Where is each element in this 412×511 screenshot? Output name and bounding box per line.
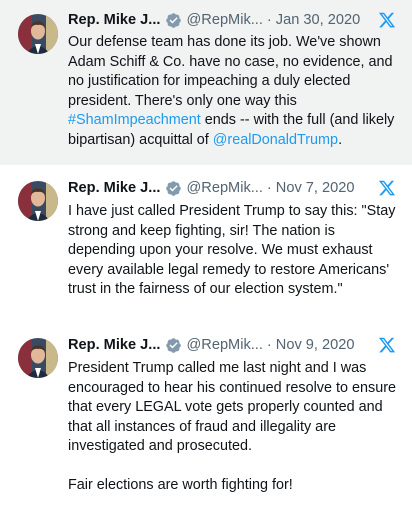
tweet-text-part: . bbox=[338, 131, 343, 148]
avatar[interactable] bbox=[18, 181, 58, 221]
verified-badge-icon bbox=[165, 12, 182, 29]
avatar[interactable] bbox=[18, 14, 58, 54]
tweet-header: Rep. Mike J... @RepMik... · Nov 7, 2020 bbox=[68, 177, 396, 199]
author-handle[interactable]: @RepMik... bbox=[186, 12, 262, 28]
author-handle[interactable]: @RepMik... bbox=[186, 180, 262, 196]
tweet-date[interactable]: Nov 7, 2020 bbox=[276, 180, 355, 196]
author-handle[interactable]: @RepMik... bbox=[186, 337, 262, 353]
tweet-1[interactable]: Rep. Mike J... @RepMik... · Jan 30, 2020… bbox=[0, 0, 412, 165]
mention-link[interactable]: @realDonaldTrump bbox=[213, 132, 338, 148]
author-name[interactable]: Rep. Mike J... bbox=[68, 180, 160, 196]
tweet-text: I have just called President Trump to sa… bbox=[68, 203, 396, 297]
separator-dot: · bbox=[266, 180, 272, 196]
verified-badge-icon bbox=[165, 337, 182, 354]
tweet-3[interactable]: Rep. Mike J... @RepMik... · Nov 9, 2020 … bbox=[0, 321, 412, 511]
tweet-header: Rep. Mike J... @RepMik... · Jan 30, 2020 bbox=[68, 9, 396, 31]
tweet-2[interactable]: Rep. Mike J... @RepMik... · Nov 7, 2020 … bbox=[0, 165, 412, 321]
verified-badge-icon bbox=[165, 180, 182, 197]
x-logo-icon[interactable] bbox=[378, 336, 396, 354]
tweet-text-part: Our defense team has done its job. We've… bbox=[68, 34, 393, 109]
x-logo-icon[interactable] bbox=[378, 11, 396, 29]
author-name[interactable]: Rep. Mike J... bbox=[68, 337, 160, 353]
x-logo-icon[interactable] bbox=[378, 179, 396, 197]
separator-dot: · bbox=[266, 12, 272, 28]
tweet-text: President Trump called me last night and… bbox=[68, 360, 397, 493]
tweet-date[interactable]: Jan 30, 2020 bbox=[276, 12, 360, 28]
tweet-date[interactable]: Nov 9, 2020 bbox=[276, 337, 355, 353]
avatar[interactable] bbox=[18, 338, 58, 378]
tweet-header: Rep. Mike J... @RepMik... · Nov 9, 2020 bbox=[68, 334, 396, 356]
author-name[interactable]: Rep. Mike J... bbox=[68, 12, 160, 28]
separator-dot: · bbox=[266, 337, 272, 353]
tweet-text: Our defense team has done its job. We've… bbox=[68, 33, 398, 150]
hashtag-link[interactable]: #ShamImpeachment bbox=[68, 112, 201, 128]
